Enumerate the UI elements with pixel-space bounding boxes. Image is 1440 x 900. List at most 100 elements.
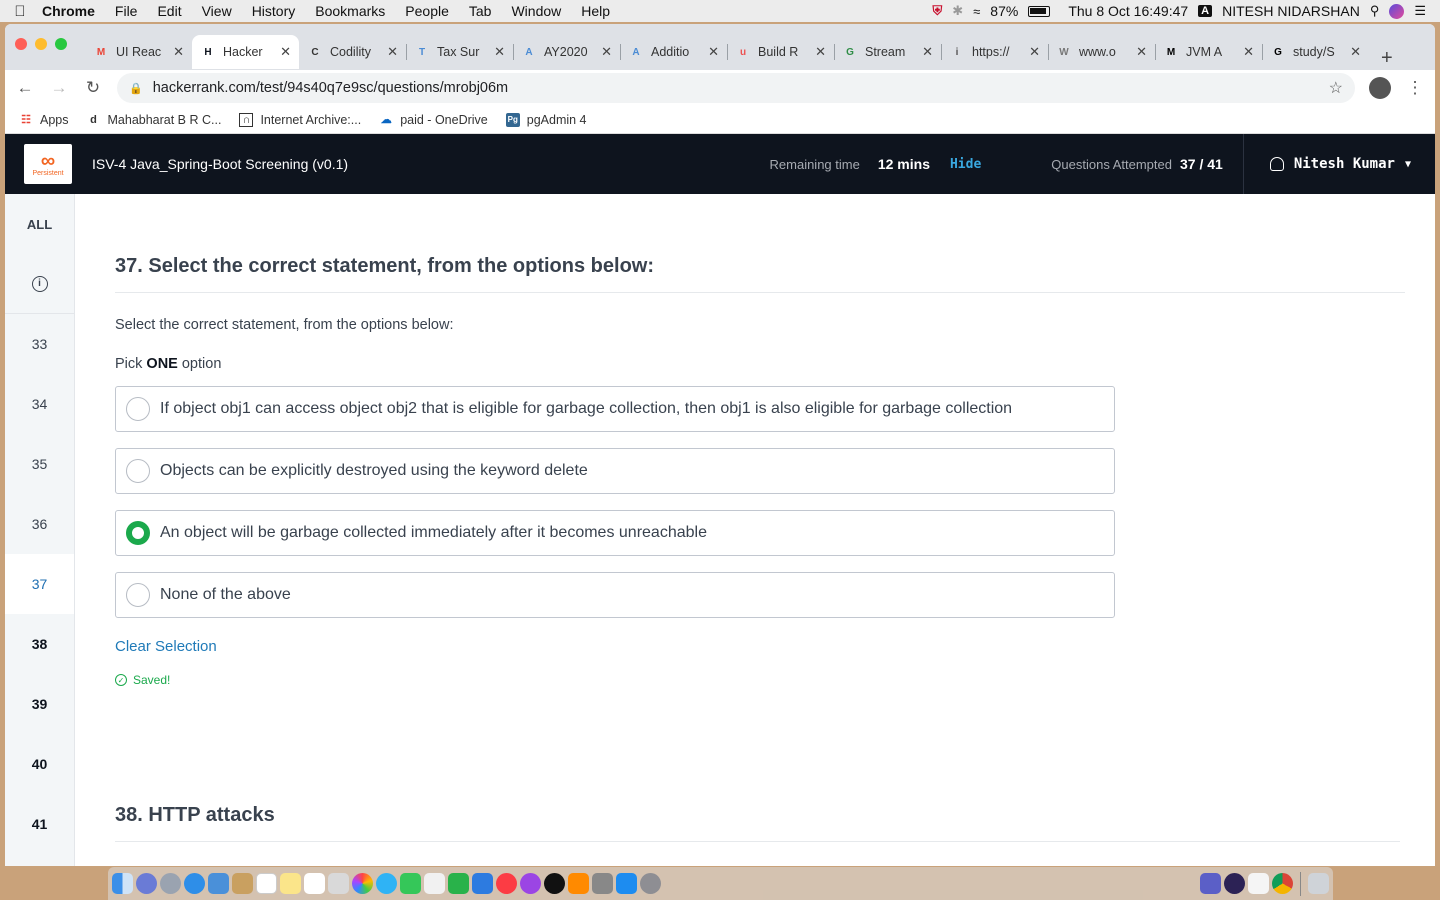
lock-icon[interactable]: 🔒 [129,82,143,95]
menu-tab[interactable]: Tab [459,3,502,19]
document-icon[interactable] [1248,873,1269,894]
radio-unselected[interactable] [126,583,150,607]
photos-icon[interactable] [352,873,373,894]
browser-tab[interactable]: Gstudy/S ✕ [1262,35,1369,69]
menu-file[interactable]: File [105,3,148,19]
reminders-icon[interactable] [304,873,325,894]
sidebar-question-40[interactable]: 40 [5,734,74,794]
podcasts-icon[interactable] [520,873,541,894]
siri-icon[interactable] [1389,3,1405,19]
browser-tab[interactable]: T Tax Sur ✕ [406,35,513,69]
bookmark-internet-archive[interactable]: ∩ Internet Archive:... [239,112,361,127]
menu-history[interactable]: History [242,3,306,19]
sidebar-question-35[interactable]: 35 [5,434,74,494]
finder-icon[interactable] [112,873,133,894]
profile-avatar[interactable] [1369,77,1391,99]
address-bar[interactable]: 🔒 hackerrank.com/test/94s40q7e9sc/questi… [117,73,1355,103]
rocket-icon[interactable] [160,873,181,894]
bookmark-mahabharat[interactable]: d Mahabharat B R C... [87,113,221,127]
sidebar-question-36[interactable]: 36 [5,494,74,554]
safari-icon[interactable] [184,873,205,894]
textedit-icon[interactable] [424,873,445,894]
menu-app-name[interactable]: Chrome [40,3,105,19]
chrome-icon[interactable] [1272,873,1293,894]
system-tool-icon[interactable] [592,873,613,894]
menu-bookmarks[interactable]: Bookmarks [305,3,395,19]
close-tab-icon[interactable]: ✕ [1243,44,1254,60]
answer-option-3[interactable]: An object will be garbage collected imme… [115,510,1115,556]
books-icon[interactable] [568,873,589,894]
hide-timer-button[interactable]: Hide [950,157,981,172]
trash-icon[interactable] [1308,873,1329,894]
close-tab-icon[interactable]: ✕ [1136,44,1147,60]
close-tab-icon[interactable]: ✕ [922,44,933,60]
notes-icon[interactable] [280,873,301,894]
answer-option-1[interactable]: If object obj1 can access object obj2 th… [115,386,1115,432]
close-tab-icon[interactable]: ✕ [708,44,719,60]
music-icon[interactable] [496,873,517,894]
chrome-menu-icon[interactable]: ⋮ [1405,78,1425,98]
photo-booth-icon[interactable] [328,873,349,894]
photos-app-icon[interactable] [232,873,253,894]
sidebar-all[interactable]: ALL [5,194,74,254]
sidebar-question-33[interactable]: 33 [5,314,74,374]
sidebar-info[interactable]: i [5,254,74,314]
close-tab-icon[interactable]: ✕ [601,44,612,60]
close-tab-icon[interactable]: ✕ [1029,44,1040,60]
browser-tab[interactable]: u Build R ✕ [727,35,834,69]
user-menu[interactable]: Nitesh Kumar ▼ [1242,134,1435,194]
browser-tab[interactable]: M UI Reac ✕ [85,35,192,69]
notification-center-icon[interactable]: ☰ [1414,3,1426,19]
menu-view[interactable]: View [192,3,242,19]
sidebar-question-38[interactable]: 38 [5,614,74,674]
battery-icon[interactable] [1028,5,1051,17]
menu-window[interactable]: Window [501,3,571,19]
bluetooth-icon[interactable]: ✱ [952,3,963,19]
clock-datetime[interactable]: Thu 8 Oct 16:49:47 [1068,3,1188,19]
apple-tv-icon[interactable] [544,873,565,894]
browser-tab[interactable]: H Hacker ✕ [192,35,299,69]
sidebar-question-41[interactable]: 41 [5,794,74,854]
menubar-username[interactable]: NITESH NIDARSHAN [1222,3,1360,19]
close-tab-icon[interactable]: ✕ [1350,44,1361,60]
menu-help[interactable]: Help [571,3,620,19]
sidebar-question-39[interactable]: 39 [5,674,74,734]
clear-selection-link[interactable]: Clear Selection [115,638,1405,655]
browser-tab[interactable]: M JVM A ✕ [1155,35,1262,69]
close-tab-icon[interactable]: ✕ [494,44,505,60]
app-store-icon[interactable] [616,873,637,894]
sidebar-question-37[interactable]: 37 [5,554,74,614]
answer-option-4[interactable]: None of the above [115,572,1115,618]
mcafee-icon[interactable]: ⛨ [932,3,942,19]
browser-tab[interactable]: A Additio ✕ [620,35,727,69]
radio-unselected[interactable] [126,459,150,483]
input-source-icon[interactable]: A [1198,5,1213,17]
apple-icon[interactable]:  [0,3,40,20]
launchpad-icon[interactable] [136,873,157,894]
close-tab-icon[interactable]: ✕ [815,44,826,60]
zoom-window-button[interactable] [55,38,67,50]
bookmark-apps[interactable]: ☷ Apps [19,113,68,127]
sidebar-question-34[interactable]: 34 [5,374,74,434]
bookmark-onedrive[interactable]: ☁ paid - OneDrive [379,113,488,127]
facetime-icon[interactable] [400,873,421,894]
radio-selected[interactable] [126,521,150,545]
teams-icon[interactable] [1200,873,1221,894]
calendar-icon[interactable] [256,873,277,894]
answer-option-2[interactable]: Objects can be explicitly destroyed usin… [115,448,1115,494]
forward-arrow-icon[interactable]: → [49,78,69,98]
preview-icon[interactable] [208,873,229,894]
bookmark-star-icon[interactable]: ☆ [1329,78,1343,98]
close-window-button[interactable] [15,38,27,50]
back-arrow-icon[interactable]: ← [15,78,35,98]
keynote-icon[interactable] [472,873,493,894]
numbers-icon[interactable] [448,873,469,894]
spotlight-search-icon[interactable]: ⚲ [1370,3,1380,19]
close-tab-icon[interactable]: ✕ [387,44,398,60]
minimize-window-button[interactable] [35,38,47,50]
radio-unselected[interactable] [126,397,150,421]
browser-tab[interactable]: C Codility ✕ [299,35,406,69]
menu-people[interactable]: People [395,3,459,19]
menu-edit[interactable]: Edit [147,3,191,19]
url-text[interactable]: hackerrank.com/test/94s40q7e9sc/question… [153,80,508,96]
